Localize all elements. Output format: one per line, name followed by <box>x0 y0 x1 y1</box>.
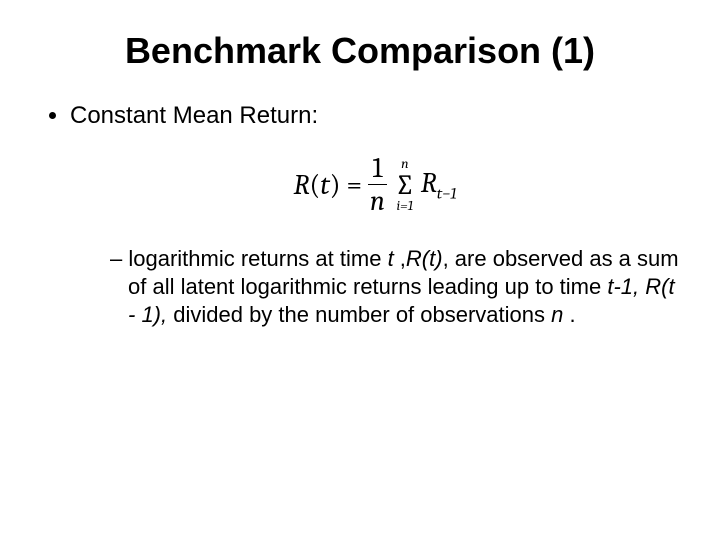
eq-t: t <box>320 169 330 201</box>
eq-summation: n ∑ i=1 <box>395 157 415 213</box>
eq-frac-num: 1 <box>370 154 384 184</box>
desc-pre: logarithmic returns at time <box>128 246 387 271</box>
eq-frac-den: n <box>368 184 387 215</box>
slide-title: Benchmark Comparison (1) <box>40 30 680 72</box>
eq-term-base: R <box>421 167 437 199</box>
sub-bullet-list: logarithmic returns at time t ,R(t), are… <box>70 245 680 329</box>
equation: R(t) = 1 n n ∑ i=1 Rt−1 <box>293 154 456 215</box>
bullet-text: Constant Mean Return: <box>70 102 318 129</box>
eq-term: Rt−1 <box>421 167 457 203</box>
eq-R: R <box>293 169 309 201</box>
bullet-constant-mean-return: Constant Mean Return: R(t) = 1 n n ∑ i=1 <box>70 102 680 329</box>
desc-tminus1: t-1, <box>607 274 645 299</box>
eq-equals: = <box>346 169 362 201</box>
eq-sum-lower: i=1 <box>396 199 413 213</box>
desc-n: n <box>551 302 563 327</box>
eq-lhs: R(t) <box>293 169 340 201</box>
bullet-list: Constant Mean Return: R(t) = 1 n n ∑ i=1 <box>40 102 680 329</box>
equation-container: R(t) = 1 n n ∑ i=1 Rt−1 <box>70 154 680 215</box>
eq-fraction: 1 n <box>368 154 387 215</box>
sigma-icon: ∑ <box>395 171 415 199</box>
sub-bullet-description: logarithmic returns at time t ,R(t), are… <box>110 245 680 329</box>
desc-t: t <box>388 246 400 271</box>
desc-mid2: divided by the number of observations <box>167 302 551 327</box>
desc-rt: R(t) <box>406 246 443 271</box>
eq-term-sub: t−1 <box>437 184 457 202</box>
desc-period: . <box>563 302 575 327</box>
slide: Benchmark Comparison (1) Constant Mean R… <box>0 0 720 391</box>
